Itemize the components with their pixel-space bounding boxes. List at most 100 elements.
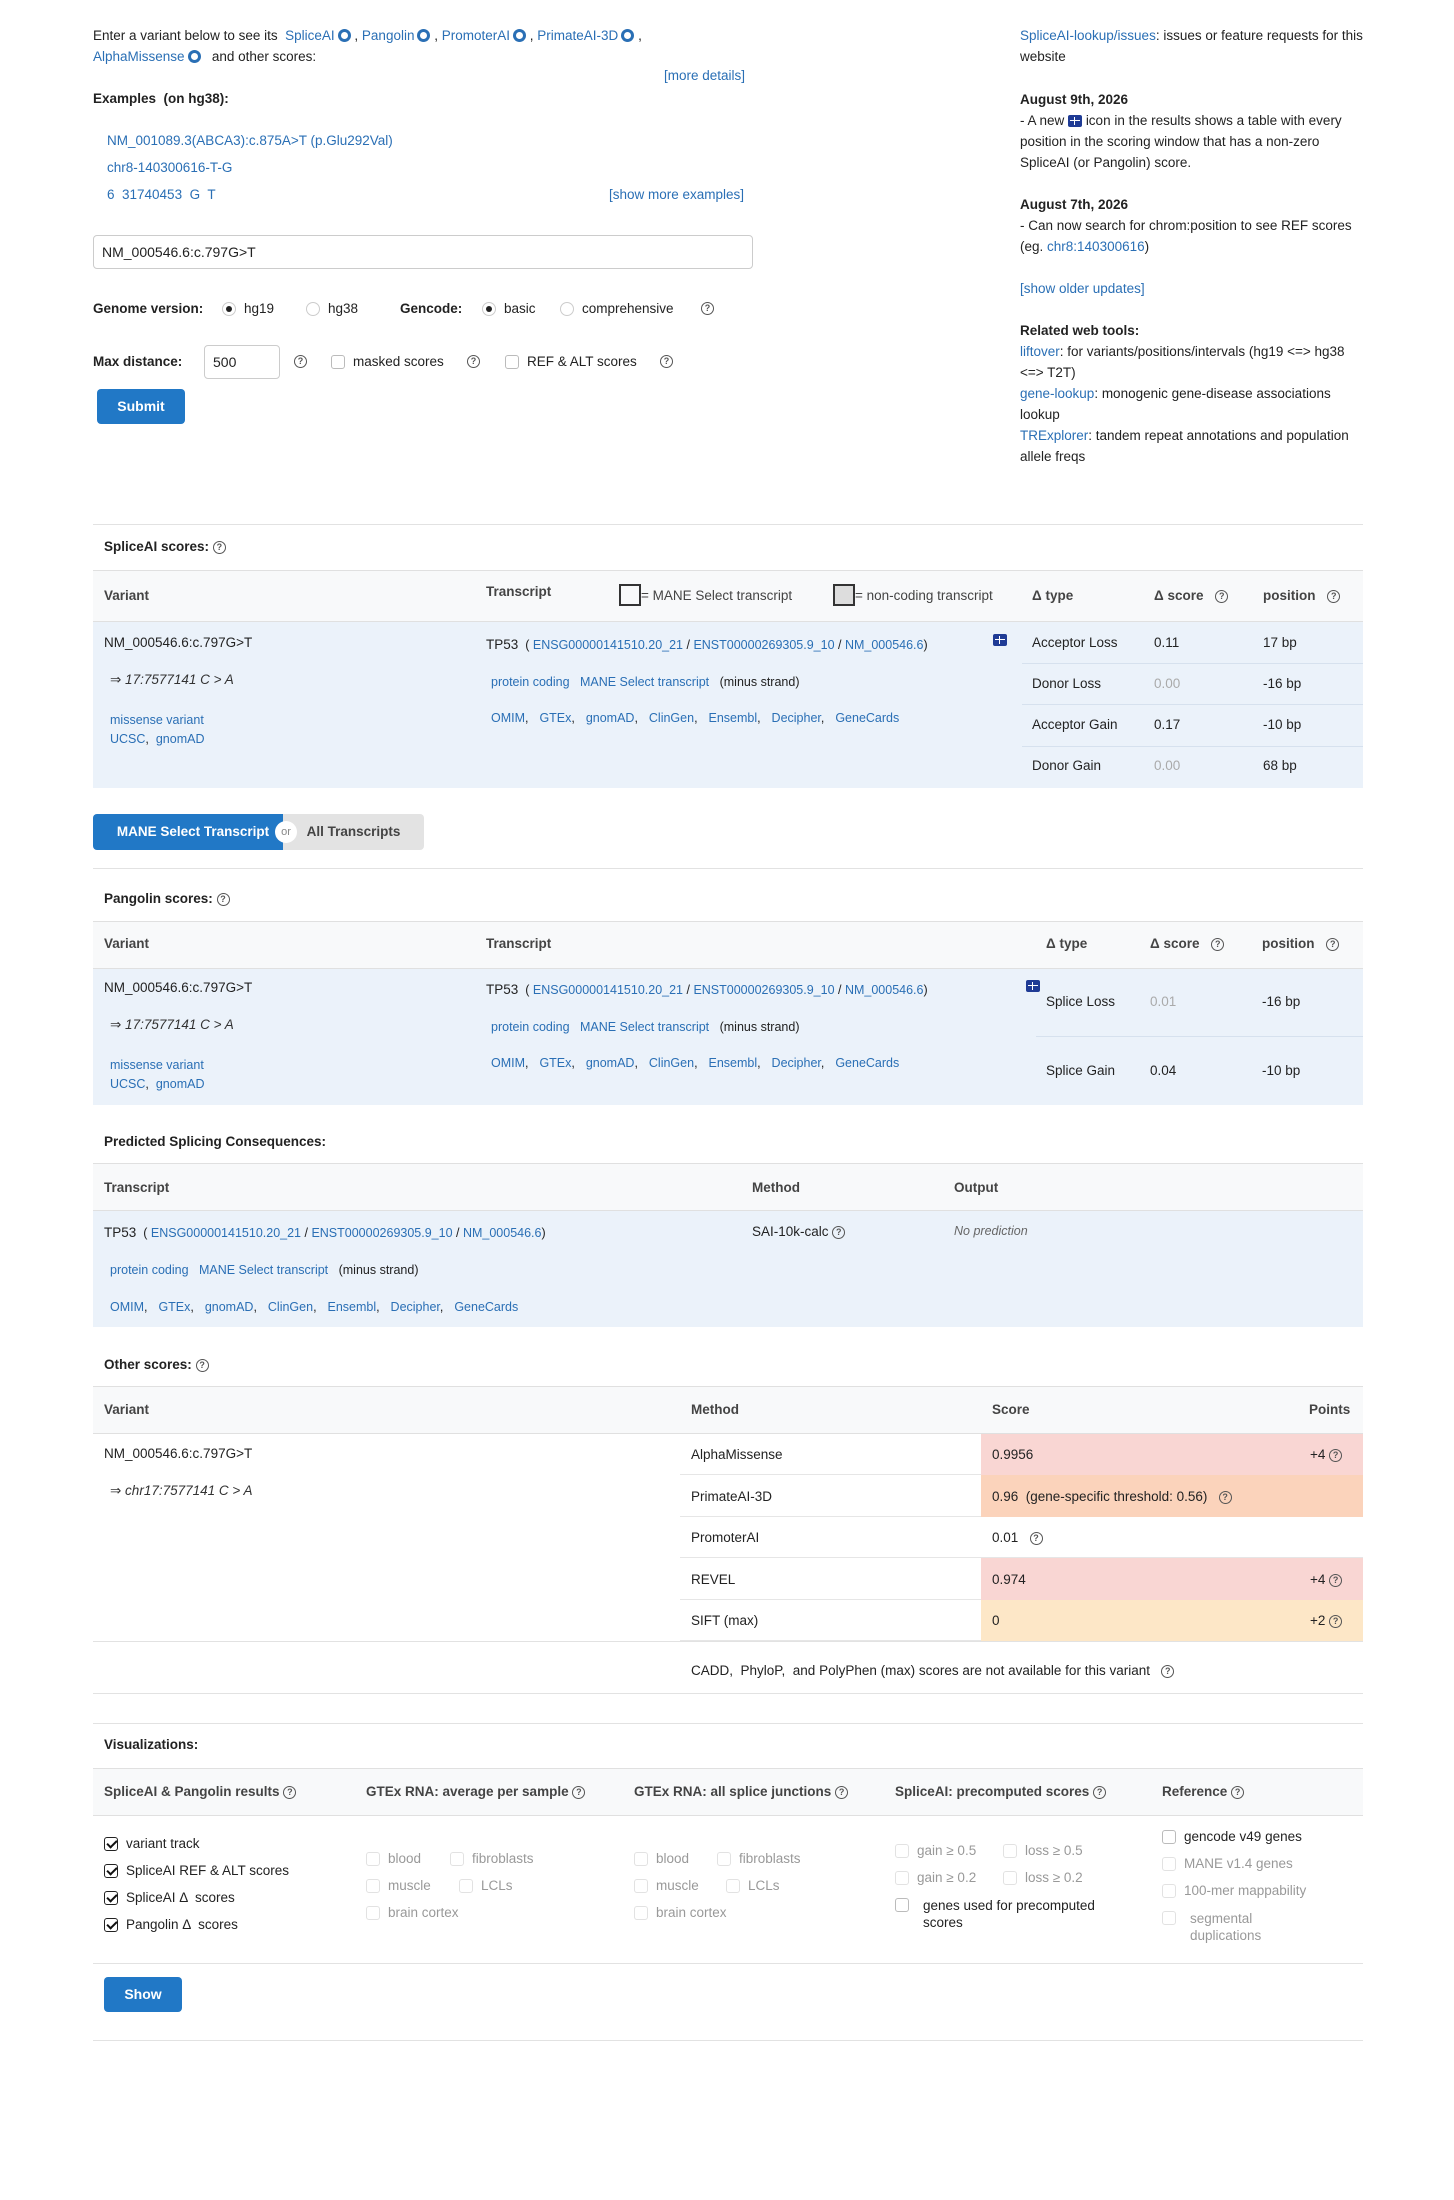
help-icon[interactable]: ? [216, 893, 230, 906]
genecards-link[interactable]: GeneCards [835, 1056, 899, 1070]
cb-junc-brain[interactable]: brain cortex [634, 1905, 727, 1920]
max-distance-input[interactable]: 500 [204, 345, 280, 379]
ref-alt-checkbox[interactable]: REF & ALT scores [505, 354, 637, 369]
enst-link[interactable]: ENST00000269305.9_10 [311, 1226, 452, 1240]
checkbox[interactable] [104, 1837, 118, 1851]
help-icon[interactable]: ? [1211, 938, 1225, 951]
enst-link[interactable]: ENST00000269305.9_10 [693, 638, 834, 652]
help-icon[interactable]: ? [572, 1786, 586, 1799]
gnomad-link[interactable]: gnomAD [586, 1056, 635, 1070]
cb-gtex-fibroblasts[interactable]: fibroblasts [450, 1851, 534, 1866]
help-icon[interactable]: ? [1093, 1786, 1107, 1799]
nm-link[interactable]: NM_000546.6 [845, 638, 924, 652]
alphamissense-link[interactable]: AlphaMissense [93, 49, 185, 64]
checkbox[interactable] [895, 1844, 909, 1858]
help-icon[interactable]: ? [1327, 590, 1341, 603]
genecards-link[interactable]: GeneCards [454, 1300, 518, 1314]
radio-comprehensive[interactable]: comprehensive [560, 301, 674, 316]
nm-link[interactable]: NM_000546.6 [463, 1226, 542, 1240]
checkbox[interactable] [1003, 1871, 1017, 1885]
help-icon[interactable]: ? [701, 302, 714, 315]
trexplorer-link[interactable]: TRExplorer [1020, 428, 1088, 443]
help-icon[interactable]: ? [660, 355, 673, 368]
checkbox[interactable] [895, 1898, 909, 1912]
ensembl-link[interactable]: Ensembl [708, 1056, 757, 1070]
checkbox[interactable] [104, 1918, 118, 1932]
ucsc-link[interactable]: UCSC [110, 1077, 145, 1091]
clingen-link[interactable]: ClinGen [649, 711, 694, 725]
checkbox[interactable] [505, 355, 519, 369]
ensembl-link[interactable]: Ensembl [327, 1300, 376, 1314]
checkbox[interactable] [1162, 1857, 1176, 1871]
cb-gtex-blood[interactable]: blood [366, 1851, 421, 1866]
cb-variant-track[interactable]: variant track [104, 1836, 200, 1851]
ensembl-link[interactable]: Ensembl [708, 711, 757, 725]
primateai-link[interactable]: PrimateAI-3D [537, 28, 618, 43]
cb-junc-muscle[interactable]: muscle [634, 1878, 699, 1893]
consequence-link[interactable]: missense variant [110, 1058, 204, 1072]
spliceai-link[interactable]: SpliceAI [285, 28, 335, 43]
github-icon[interactable] [513, 29, 527, 42]
cb-spliceai-refalt[interactable]: SpliceAI REF & ALT scores [104, 1863, 289, 1878]
consequence-link[interactable]: missense variant [110, 713, 204, 727]
nm-link[interactable]: NM_000546.6 [845, 983, 924, 997]
gnomad-link[interactable]: gnomAD [205, 1300, 254, 1314]
cb-junc-fibroblasts[interactable]: fibroblasts [717, 1851, 801, 1866]
gnomad-link[interactable]: gnomAD [156, 732, 205, 746]
checkbox[interactable] [450, 1852, 464, 1866]
help-icon[interactable]: ? [1218, 1491, 1232, 1504]
checkbox[interactable] [1162, 1830, 1176, 1844]
gene-lookup-link[interactable]: gene-lookup [1020, 386, 1094, 401]
checkbox[interactable] [1003, 1844, 1017, 1858]
example-1[interactable]: NM_001089.3(ABCA3):c.875A>T (p.Glu292Val… [107, 133, 393, 148]
decipher-link[interactable]: Decipher [772, 711, 821, 725]
help-icon[interactable]: ? [832, 1226, 846, 1239]
radio-dot[interactable] [306, 302, 320, 316]
help-icon[interactable]: ? [1029, 1532, 1043, 1545]
cb-gain-05[interactable]: gain ≥ 0.5 [895, 1843, 976, 1858]
omim-link[interactable]: OMIM [491, 1056, 525, 1070]
cb-loss-05[interactable]: loss ≥ 0.5 [1003, 1843, 1083, 1858]
checkbox[interactable] [726, 1879, 740, 1893]
checkbox[interactable] [104, 1864, 118, 1878]
checkbox[interactable] [459, 1879, 473, 1893]
cb-gencode-genes[interactable]: gencode v49 genes [1162, 1829, 1302, 1844]
pangolin-link[interactable]: Pangolin [362, 28, 415, 43]
cb-gtex-brain[interactable]: brain cortex [366, 1905, 459, 1920]
help-icon[interactable]: ? [283, 1786, 297, 1799]
help-icon[interactable]: ? [1326, 938, 1340, 951]
ensg-link[interactable]: ENSG00000141510.20_21 [533, 638, 683, 652]
checkbox[interactable] [366, 1852, 380, 1866]
cb-pangolin-delta[interactable]: Pangolin Δ scores [104, 1917, 238, 1932]
cb-gtex-muscle[interactable]: muscle [366, 1878, 431, 1893]
help-icon[interactable]: ? [1329, 1615, 1343, 1628]
radio-dot[interactable] [560, 302, 574, 316]
issues-link[interactable]: SpliceAI-lookup/issues [1020, 28, 1156, 43]
help-icon[interactable]: ? [467, 355, 480, 368]
radio-hg19[interactable]: hg19 [222, 301, 274, 316]
cb-junc-blood[interactable]: blood [634, 1851, 689, 1866]
help-icon[interactable]: ? [212, 541, 226, 554]
help-icon[interactable]: ? [195, 1359, 209, 1372]
ensg-link[interactable]: ENSG00000141510.20_21 [151, 1226, 301, 1240]
more-details-link[interactable]: [more details] [664, 68, 745, 83]
help-icon[interactable]: ? [1329, 1449, 1343, 1462]
masked-scores-checkbox[interactable]: masked scores [331, 354, 444, 369]
checkbox[interactable] [1162, 1911, 1176, 1925]
cb-spliceai-delta[interactable]: SpliceAI Δ scores [104, 1890, 235, 1905]
genecards-link[interactable]: GeneCards [835, 711, 899, 725]
checkbox[interactable] [366, 1879, 380, 1893]
promoterai-link[interactable]: PromoterAI [442, 28, 510, 43]
enst-link[interactable]: ENST00000269305.9_10 [693, 983, 834, 997]
show-more-examples-link[interactable]: [show more examples] [609, 187, 744, 202]
cb-segdups[interactable]: segmental duplications [1162, 1910, 1312, 1944]
show-older-updates-link[interactable]: [show older updates] [1020, 281, 1145, 296]
gtex-link[interactable]: GTEx [539, 1056, 571, 1070]
gtex-link[interactable]: GTEx [539, 711, 571, 725]
clingen-link[interactable]: ClinGen [268, 1300, 313, 1314]
chrom-pos-example-link[interactable]: chr8:140300616 [1047, 239, 1145, 254]
submit-button[interactable]: Submit [97, 389, 185, 424]
checkbox[interactable] [895, 1871, 909, 1885]
checkbox[interactable] [104, 1891, 118, 1905]
radio-dot[interactable] [222, 302, 236, 316]
